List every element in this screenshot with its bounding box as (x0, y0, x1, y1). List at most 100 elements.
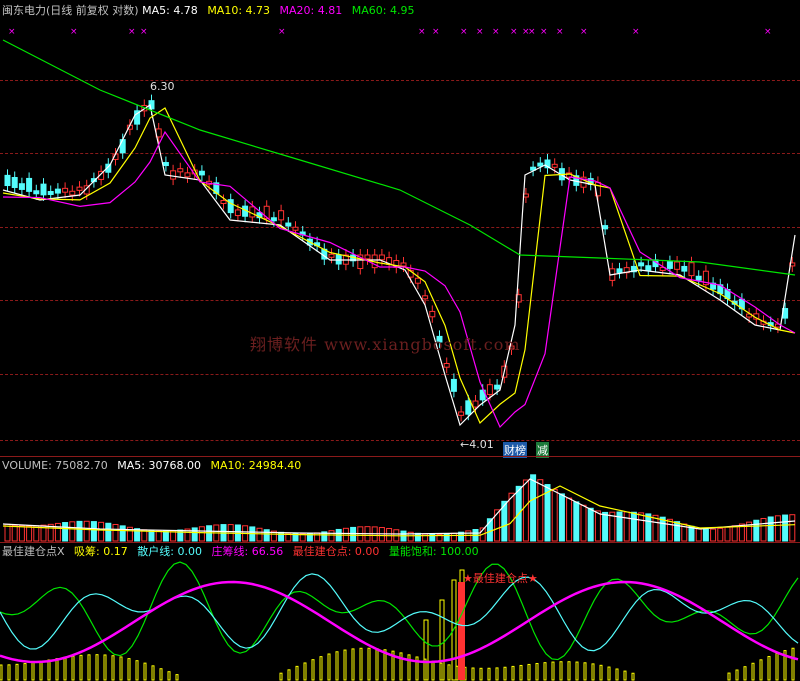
candle-body (364, 254, 371, 260)
volume-bar (774, 515, 781, 542)
absorb-bar (759, 659, 763, 681)
candle-body (177, 168, 184, 173)
volume-bar (630, 511, 637, 542)
candle-body (486, 384, 493, 395)
candle-body (638, 262, 645, 267)
volume-bar (594, 510, 601, 542)
volume-bar (11, 524, 18, 542)
absorb-bar (487, 667, 491, 681)
x-mark-icon: × (128, 27, 136, 37)
absorb-bar (87, 654, 91, 681)
absorb-bar (591, 663, 595, 681)
absorb-bar (167, 671, 171, 681)
absorb-bar (143, 662, 147, 681)
indicator-lines-plot[interactable] (0, 542, 800, 681)
x-mark-icon: × (140, 27, 148, 37)
candlestick-plot[interactable]: × × × × × × × × × × × ×× × × × × × (0, 0, 800, 456)
volume-bar (162, 530, 169, 542)
candle-body (616, 268, 623, 274)
absorb-bar (495, 667, 499, 681)
candle-body (69, 190, 76, 196)
absorb-bar (575, 661, 579, 681)
candle-body (278, 210, 285, 221)
ma60-line (2, 39, 796, 276)
absorb-bar (367, 647, 371, 681)
volume-bar (83, 520, 90, 542)
volume-bar (537, 479, 544, 542)
volume-bar (350, 526, 357, 542)
absorb-bar (791, 647, 795, 681)
candle-body (494, 384, 501, 390)
volume-bar (62, 522, 69, 542)
absorb-bar (351, 648, 355, 681)
candle-body (429, 310, 436, 318)
volume-bar (414, 532, 421, 542)
absorb-bar (471, 667, 475, 681)
candle-body (62, 187, 69, 193)
volume-bar (76, 520, 83, 542)
absorb-bar (335, 651, 339, 681)
absorb-bar (127, 658, 131, 681)
absorb-bar (503, 666, 507, 681)
volume-bars-plot[interactable] (0, 456, 800, 542)
absorb-bar (39, 660, 43, 681)
candle-body (674, 261, 681, 270)
absorb-bar (31, 662, 35, 681)
absorb-bar (343, 649, 347, 681)
volume-bar (90, 521, 97, 542)
candle-body (184, 172, 191, 178)
absorb-bar (327, 653, 331, 681)
volume-bar (602, 511, 609, 542)
candle-body (695, 275, 702, 281)
candle-body (328, 253, 335, 258)
absorb-bar (767, 655, 771, 681)
price-chart-panel[interactable]: 闽东电力(日线 前复权 对数) MA5: 4.78 MA10: 4.73 MA2… (0, 0, 800, 458)
retail-line (0, 573, 799, 652)
volume-bar (587, 507, 594, 542)
candle-body (688, 262, 695, 277)
candle-body (40, 183, 47, 196)
absorb-bar (279, 672, 283, 681)
candle-body (285, 222, 292, 227)
absorb-bar (95, 654, 99, 681)
volume-bar (566, 497, 573, 542)
candle-body (119, 139, 126, 154)
candle-body (681, 265, 688, 272)
volume-bar (724, 526, 731, 542)
absorb-bar (631, 672, 635, 681)
volume-bar (573, 501, 580, 542)
absorb-bar (527, 663, 531, 681)
volume-bar (551, 488, 558, 542)
volume-bar (328, 530, 335, 542)
volume-bar (191, 527, 198, 542)
absorb-bar (535, 662, 539, 681)
volume-bar (69, 521, 76, 542)
absorb-bar (567, 661, 571, 681)
absorb-bar (623, 670, 627, 681)
absorb-bar (743, 666, 747, 681)
absorb-bar (175, 674, 179, 681)
candle-body (551, 163, 558, 168)
absorb-bar (735, 669, 739, 681)
volume-bar (112, 523, 119, 542)
absorb-bar (359, 647, 363, 681)
candle-body (465, 400, 472, 415)
absorb-bar (63, 656, 67, 681)
indicator-chart-panel[interactable]: 最佳建仓点X 吸筹: 0.17 散户线: 0.00 庄筹线: 66.56 最佳建… (0, 542, 800, 681)
absorb-bar (159, 668, 163, 681)
absorb-bar (23, 663, 27, 681)
low-price-label: ←4.01 (460, 438, 494, 451)
absorb-bar (479, 667, 483, 681)
absorb-bar (47, 659, 51, 681)
volume-bar (26, 525, 33, 542)
x-mark-icon: × (418, 27, 426, 37)
volume-bar (760, 517, 767, 542)
candle-body (443, 362, 450, 368)
volume-bar (386, 528, 393, 542)
candle-body (537, 162, 544, 167)
candle-body (54, 188, 61, 194)
absorb-bar (119, 656, 123, 681)
volume-chart-panel[interactable]: VOLUME: 75082.70 MA5: 30768.00 MA10: 249… (0, 456, 800, 542)
x-mark-icon: × (528, 27, 536, 37)
absorb-bar (511, 665, 515, 681)
